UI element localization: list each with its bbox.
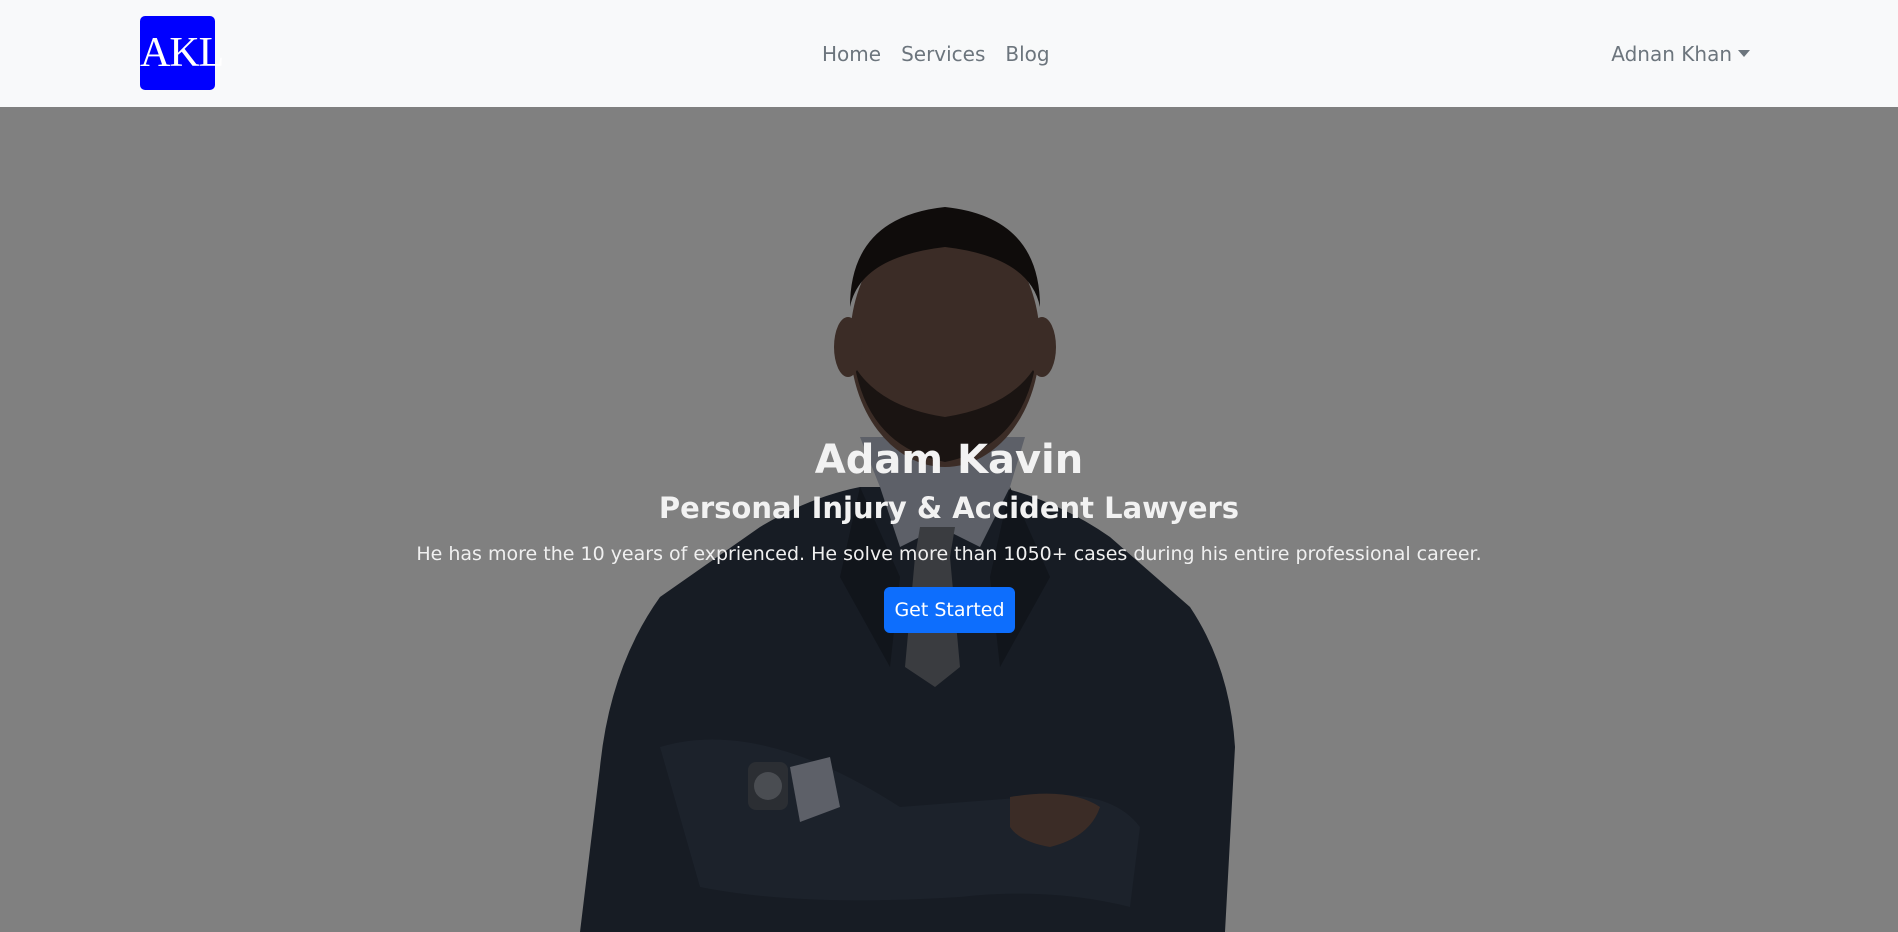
hero-description: He has more the 10 years of exprienced. … bbox=[416, 543, 1482, 565]
nav-link-home[interactable]: Home bbox=[812, 42, 891, 66]
caret-down-icon bbox=[1738, 50, 1750, 57]
nav-link-services[interactable]: Services bbox=[891, 42, 995, 66]
brand-logo[interactable]: AKL bbox=[140, 16, 224, 90]
hero-title: Adam Kavin bbox=[814, 437, 1084, 483]
user-name: Adnan Khan bbox=[1611, 41, 1732, 66]
hero-subtitle: Personal Injury & Accident Lawyers bbox=[658, 491, 1240, 525]
user-dropdown[interactable]: Adnan Khan bbox=[1611, 0, 1750, 107]
nav-link-blog[interactable]: Blog bbox=[995, 42, 1059, 66]
navbar: AKL Home Services Blog Adnan Khan bbox=[0, 0, 1898, 107]
nav-links: Home Services Blog bbox=[812, 0, 1060, 107]
get-started-button[interactable]: Get Started bbox=[884, 587, 1015, 633]
hero-section: Adam Kavin Personal Injury & Accident La… bbox=[0, 107, 1898, 932]
